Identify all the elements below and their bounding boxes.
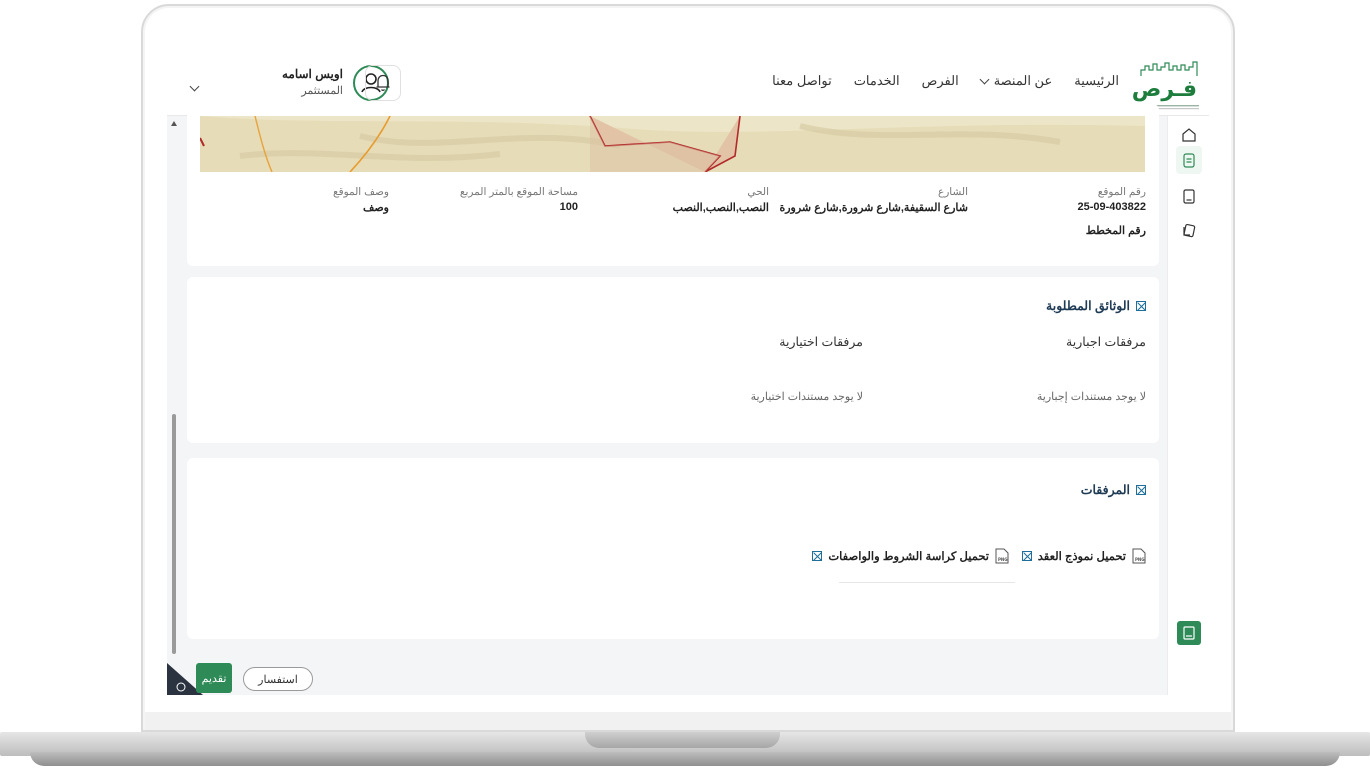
download-contract-link[interactable]: PNG تحميل نموذج العقد [1021, 548, 1146, 564]
svg-text:PNG: PNG [1135, 557, 1145, 562]
scrollbar-thumb[interactable] [172, 414, 176, 654]
png-file-icon: PNG [1132, 548, 1146, 564]
district-label: الحي [747, 186, 769, 198]
mandatory-attachments-label: مرفقات اجبارية [1066, 335, 1146, 349]
site-number-field: رقم الموقع 25-09-403822 [1006, 186, 1146, 213]
attachments-title: المرفقات [1081, 482, 1146, 497]
download-specs-link[interactable]: PNG تحميل كراسة الشروط والواصفات [812, 548, 1009, 564]
book-icon [1183, 626, 1195, 640]
site-map[interactable] [200, 116, 1145, 172]
nav-home[interactable]: الرئيسية [1074, 73, 1119, 89]
optional-attachments-label: مرفقات اختيارية [779, 335, 863, 349]
section-box-icon [812, 551, 823, 561]
attachments-card: المرفقات PNG تحميل نموذج العقد PNG تحميل… [187, 458, 1159, 639]
screen-bottom-strip [145, 712, 1231, 730]
user-name: اويس اسامه [281, 67, 343, 81]
chevron-down-icon [189, 81, 200, 92]
laptop-base-bottom [30, 752, 1340, 766]
site-description-field: وصف الموقع وصف [269, 186, 389, 214]
district-field: الحي النصب,النصب,النصب [609, 186, 769, 214]
logo-wordmark: فـرص [1131, 77, 1197, 102]
site-info-card: رقم الموقع 25-09-403822 الشارع شارع السق… [187, 104, 1159, 266]
nav-opportunities[interactable]: الفرص [922, 73, 959, 89]
clipboard-icon[interactable] [1180, 151, 1198, 169]
section-box-icon [1021, 551, 1032, 561]
laptop-notch [585, 732, 780, 748]
plan-number-label: رقم المخطط [1085, 225, 1146, 237]
svg-text:PNG: PNG [998, 557, 1008, 562]
main-nav: الرئيسية عن المنصة الفرص الخدمات تواصل م… [772, 73, 1119, 89]
inquiry-button[interactable]: استفسار [243, 667, 313, 691]
site-description-label: وصف الموقع [333, 186, 389, 198]
nav-services[interactable]: الخدمات [854, 73, 900, 89]
street-label: الشارع [937, 186, 968, 198]
site-info-row: رقم الموقع 25-09-403822 الشارع شارع السق… [187, 186, 1159, 226]
action-footer: تقديم استفسار [167, 663, 1167, 695]
street-field: الشارع شارع السقيفة,شارع شرورة,شارع شرور… [768, 186, 968, 214]
rail-quick-action-button[interactable] [1177, 621, 1201, 645]
section-box-icon [1136, 300, 1146, 311]
files-icon[interactable] [1180, 221, 1198, 239]
nav-about[interactable]: عن المنصة [979, 73, 1053, 89]
site-description-value: وصف [362, 202, 389, 214]
user-dropdown-toggle[interactable] [189, 75, 200, 94]
main-content: رقم الموقع 25-09-403822 الشارع شارع السق… [187, 104, 1159, 695]
side-rail [1167, 116, 1209, 695]
area-field: مساحة الموقع بالمتر المربع 100 [418, 186, 578, 213]
document-icon[interactable] [1180, 187, 1198, 205]
download-specs-label: تحميل كراسة الشروط والواصفات [828, 551, 989, 563]
attachment-divider [839, 582, 1015, 583]
area-value: 100 [559, 201, 578, 213]
site-number-value: 25-09-403822 [1077, 201, 1146, 213]
required-documents-card: الوثائق المطلوبة مرفقات اجبارية مرفقات ا… [187, 277, 1159, 443]
png-file-icon: PNG [995, 548, 1009, 564]
optional-empty-message: لا يوجد مستندات اختيارية [750, 391, 863, 403]
app-screen: فـرص الرئيسية عن المنصة الفرص الخدمات تو… [167, 51, 1209, 695]
user-role: المستثمر [301, 85, 343, 97]
attachments-title-text: المرفقات [1080, 483, 1130, 497]
section-box-icon [1136, 484, 1146, 495]
nav-about-label: عن المنصة [993, 73, 1053, 88]
area-label: مساحة الموقع بالمتر المربع [459, 186, 578, 198]
home-icon[interactable] [1180, 126, 1198, 144]
street-value: شارع السقيفة,شارع شرورة,شارع شرورة [779, 202, 968, 214]
bell-icon [376, 74, 390, 91]
site-number-label: رقم الموقع [1097, 186, 1146, 198]
district-value: النصب,النصب,النصب [672, 202, 769, 214]
download-contract-label: تحميل نموذج العقد [1037, 551, 1126, 563]
nav-contact[interactable]: تواصل معنا [772, 73, 832, 89]
notifications-button[interactable] [365, 65, 401, 101]
chevron-down-icon [979, 74, 990, 84]
scroll-up-arrow[interactable] [171, 121, 177, 126]
documents-title-text: الوثائق المطلوبة [1046, 299, 1130, 313]
submit-button[interactable]: تقديم [196, 663, 232, 693]
skyline-icon [1140, 61, 1198, 76]
mandatory-empty-message: لا يوجد مستندات إجبارية [1036, 391, 1146, 403]
laptop-mockup: فـرص الرئيسية عن المنصة الفرص الخدمات تو… [0, 0, 1370, 773]
documents-title: الوثائق المطلوبة [1046, 298, 1146, 313]
